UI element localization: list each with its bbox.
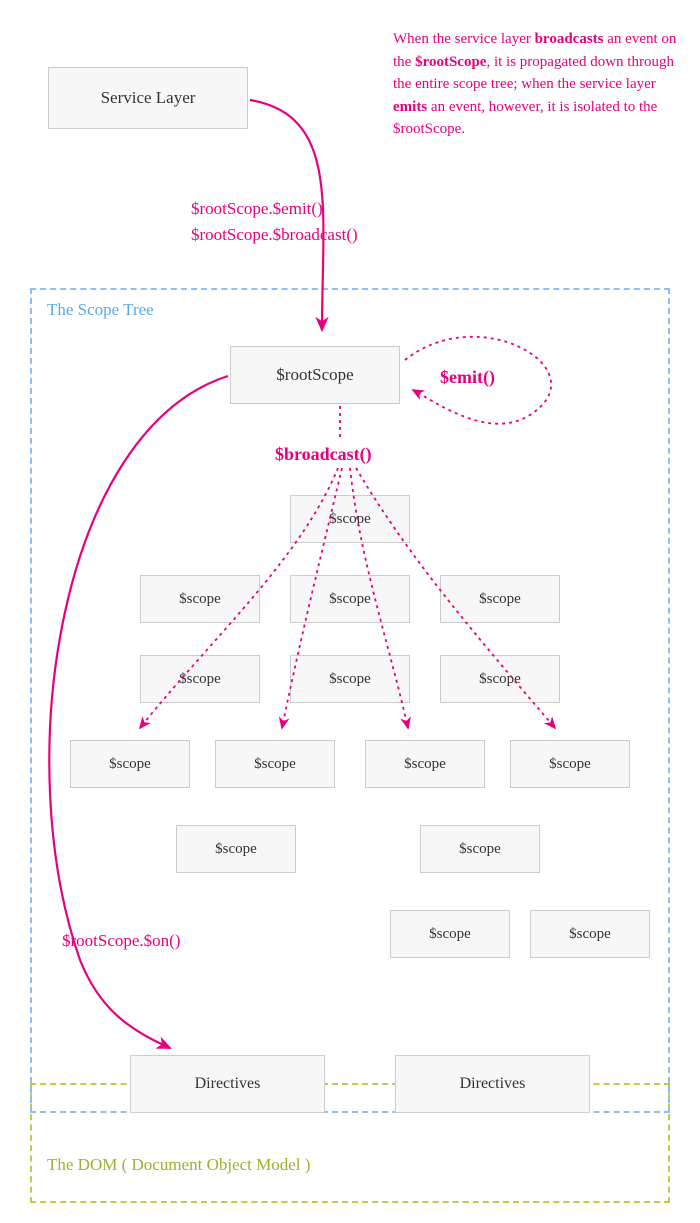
rootscope-emit-call: $rootScope.$emit() [191,198,323,221]
desc-bold-emits: emits [393,99,427,115]
scope-box: $scope [440,655,560,703]
broadcast-label: $broadcast() [275,442,372,466]
scope-label: $scope [329,591,371,608]
scope-label: $scope [329,671,371,688]
scope-label: $scope [254,756,296,773]
scope-box: $scope [365,740,485,788]
scope-label: $scope [479,671,521,688]
directives-label: Directives [460,1075,526,1093]
service-layer-label: Service Layer [101,88,196,108]
scope-label: $scope [569,926,611,943]
scope-label: $scope [404,756,446,773]
scope-box: $scope [140,655,260,703]
scope-box: $scope [140,575,260,623]
rootscope-label: $rootScope [276,365,353,385]
scope-label: $scope [479,591,521,608]
rootscope-on-call: $rootScope.$on() [62,930,181,953]
scope-box: $scope [420,825,540,873]
scope-label: $scope [459,841,501,858]
service-layer-box: Service Layer [48,67,248,129]
scope-label: $scope [549,756,591,773]
description-text: When the service layer broadcasts an eve… [393,28,683,141]
scope-label: $scope [179,671,221,688]
directives-box: Directives [130,1055,325,1113]
scope-label: $scope [179,591,221,608]
emit-label: $emit() [440,365,495,389]
rootscope-box: $rootScope [230,346,400,404]
scope-label: $scope [215,841,257,858]
scope-box: $scope [440,575,560,623]
scope-label: $scope [329,511,371,528]
scope-box: $scope [215,740,335,788]
scope-tree-title: The Scope Tree [47,300,154,320]
scope-box: $scope [176,825,296,873]
scope-label: $scope [109,756,151,773]
directives-label: Directives [195,1075,261,1093]
scope-box: $scope [290,495,410,543]
scope-box: $scope [290,655,410,703]
directives-box: Directives [395,1055,590,1113]
desc-part: When the service layer [393,31,535,47]
scope-box: $scope [510,740,630,788]
scope-box: $scope [530,910,650,958]
desc-bold-rootscope: $rootScope [415,54,486,70]
dom-title: The DOM ( Document Object Model ) [47,1155,310,1175]
rootscope-broadcast-call: $rootScope.$broadcast() [191,224,358,247]
scope-box: $scope [390,910,510,958]
scope-label: $scope [429,926,471,943]
desc-part: an event, however, it is isolated to the… [393,99,657,138]
desc-bold-broadcasts: broadcasts [535,31,604,47]
scope-box: $scope [70,740,190,788]
scope-box: $scope [290,575,410,623]
